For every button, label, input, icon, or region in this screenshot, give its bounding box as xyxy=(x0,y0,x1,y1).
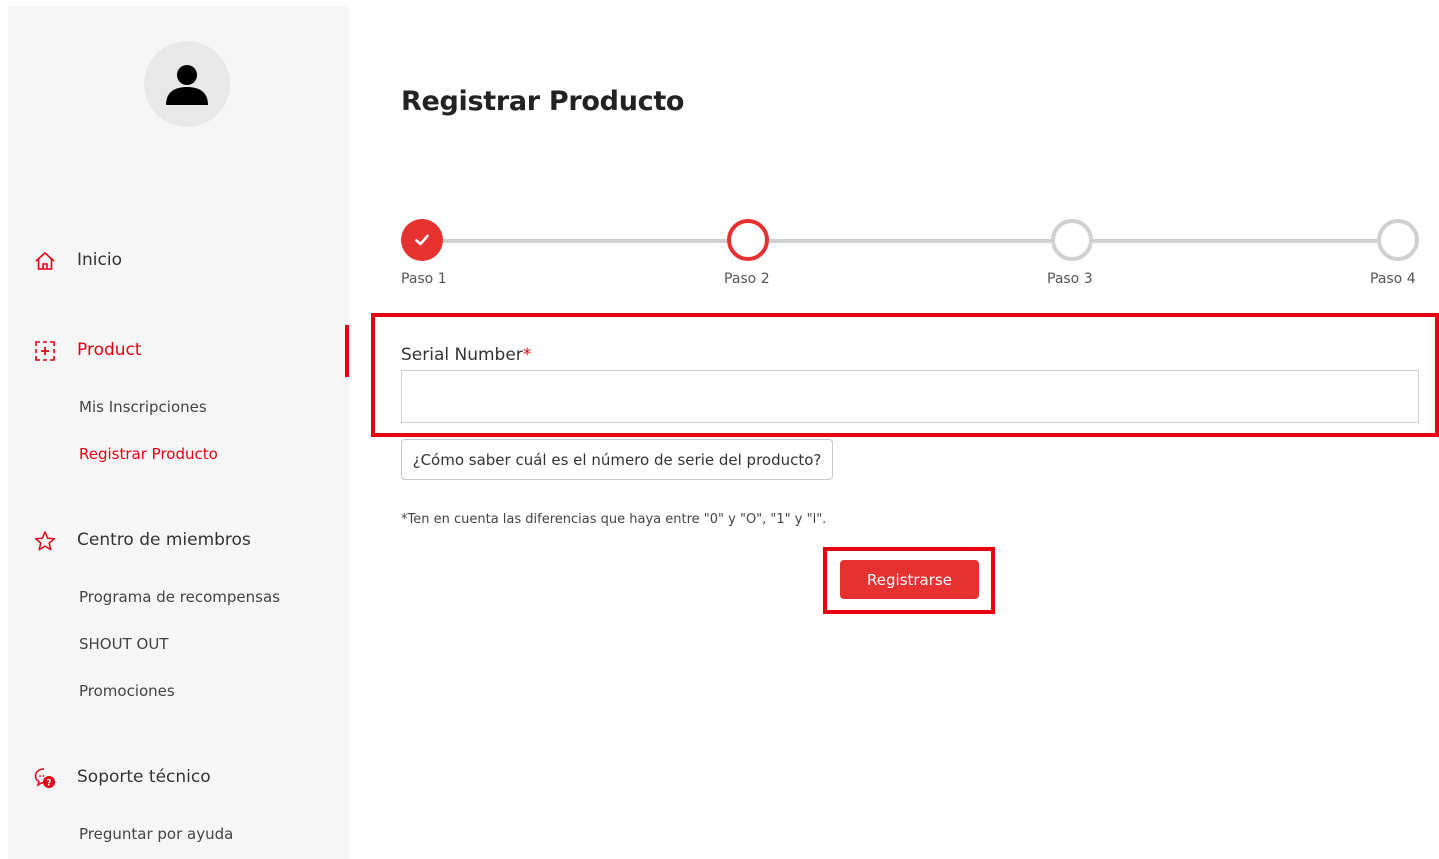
sub-item-mis-inscripciones[interactable]: Mis Inscripciones xyxy=(79,398,207,416)
step-4-circle xyxy=(1377,219,1419,261)
sidebar: Inicio Product Mis Inscripciones Registr… xyxy=(8,6,349,859)
nav-item-soporte-tecnico[interactable]: ? Soporte técnico xyxy=(8,762,349,792)
nav-item-label: Centro de miembros xyxy=(77,530,251,550)
home-icon xyxy=(35,251,55,270)
character-note: *Ten en cuenta las diferencias que haya … xyxy=(401,512,827,527)
nav-item-label: Inicio xyxy=(77,250,122,270)
stepper-connector xyxy=(1093,239,1377,243)
serial-number-input[interactable] xyxy=(401,370,1419,423)
step-3-label: Paso 3 xyxy=(1047,271,1093,287)
step-4-label: Paso 4 xyxy=(1370,271,1416,287)
serial-number-label: Serial Number* xyxy=(401,345,532,365)
sub-item-preguntar-ayuda[interactable]: Preguntar por ayuda xyxy=(79,825,233,843)
step-2-circle xyxy=(727,219,769,261)
stepper-connector xyxy=(769,239,1051,243)
star-icon xyxy=(34,531,56,551)
product-add-icon xyxy=(35,341,55,361)
check-icon xyxy=(415,234,429,246)
nav-item-label: Product xyxy=(77,340,142,360)
nav-item-inicio[interactable]: Inicio xyxy=(8,245,349,275)
stepper-connector xyxy=(443,239,727,243)
svg-text:?: ? xyxy=(46,779,51,789)
step-3-circle xyxy=(1051,219,1093,261)
sub-item-programa-recompensas[interactable]: Programa de recompensas xyxy=(79,588,280,606)
page-title: Registrar Producto xyxy=(401,86,685,117)
sub-item-promociones[interactable]: Promociones xyxy=(79,682,175,700)
sub-item-registrar-producto[interactable]: Registrar Producto xyxy=(79,445,218,463)
active-indicator xyxy=(345,325,349,377)
step-1-circle xyxy=(401,219,443,261)
nav-item-product[interactable]: Product xyxy=(8,335,349,365)
required-mark: * xyxy=(522,345,532,365)
step-1-label: Paso 1 xyxy=(401,271,447,287)
user-icon xyxy=(166,65,208,105)
register-button[interactable]: Registrarse xyxy=(840,560,979,599)
nav-item-label: Soporte técnico xyxy=(77,767,211,787)
nav-item-centro-miembros[interactable]: Centro de miembros xyxy=(8,525,349,555)
support-chat-icon: ? xyxy=(34,768,55,789)
step-2-label: Paso 2 xyxy=(724,271,770,287)
avatar[interactable] xyxy=(144,41,230,127)
serial-help-button[interactable]: ¿Cómo saber cuál es el número de serie d… xyxy=(401,439,833,480)
sub-item-shout-out[interactable]: SHOUT OUT xyxy=(79,635,168,653)
